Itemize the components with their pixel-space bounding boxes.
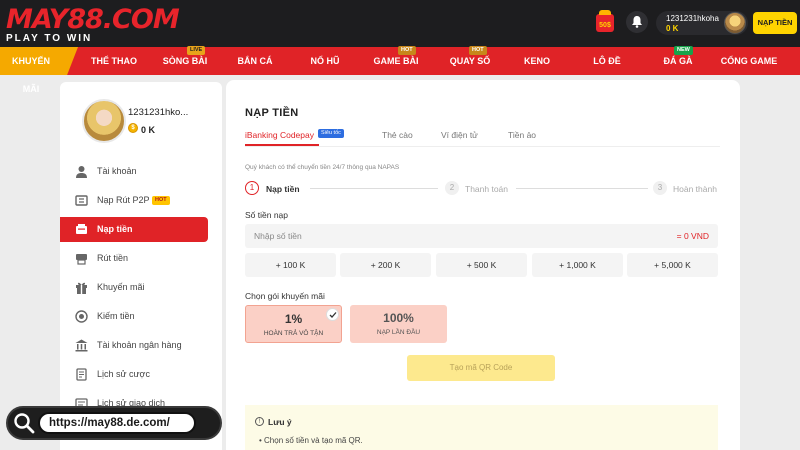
tab-badge-sieu-toc: Siêu tốc bbox=[318, 129, 344, 138]
info-icon: ! bbox=[255, 417, 264, 426]
nav-item-no-hu[interactable]: NỔ HŨ bbox=[304, 47, 346, 75]
sidebar-item-tai-khoan[interactable]: Tài khoản bbox=[60, 159, 208, 184]
nav-badge-live: LIVE bbox=[187, 46, 206, 55]
note-title: Lưu ý bbox=[268, 417, 292, 427]
sidebar-item-label: Khuyến mãi bbox=[97, 282, 145, 292]
promo-card-hoan-tra[interactable]: 1% HOÀN TRẢ VÔ TẬN bbox=[245, 305, 342, 343]
gift-50-icon[interactable]: 50$ bbox=[596, 10, 614, 32]
profile-avatar[interactable] bbox=[82, 99, 126, 143]
url-watermark: https://may88.de.com/ bbox=[6, 406, 222, 440]
amount-field[interactable]: = 0 VND bbox=[245, 224, 718, 248]
nav-item-khuyen-mai[interactable]: KHUYẾN MÃI bbox=[4, 47, 58, 94]
tab-the-cao[interactable]: Thẻ cào bbox=[382, 130, 413, 140]
search-icon bbox=[14, 413, 35, 434]
nav-item-ban-ca[interactable]: BẮN CÁ bbox=[232, 47, 278, 75]
sidebar-item-label: Tài khoản bbox=[97, 166, 137, 176]
nav-badge-new: NEW bbox=[674, 46, 693, 55]
quick-amount-1000k[interactable]: + 1,000 K bbox=[532, 253, 623, 277]
history-icon bbox=[76, 368, 87, 381]
coin-icon: $ bbox=[128, 123, 138, 133]
amount-converted: = 0 VND bbox=[676, 231, 709, 241]
sidebar-item-label: Lịch sử cược bbox=[97, 369, 150, 379]
sidebar-item-lich-su-cuoc[interactable]: Lịch sử cược bbox=[60, 362, 208, 387]
nav-item-lo-de[interactable]: LÔ ĐỀ bbox=[588, 47, 626, 75]
create-qr-button[interactable]: Tạo mã QR Code bbox=[407, 355, 555, 381]
step-3-label: Hoàn thành bbox=[673, 184, 717, 194]
top-bar: MAY88.COM PLAY TO WIN 50$ 1231231hkoha 0… bbox=[0, 0, 800, 47]
step-1-circle: 1 bbox=[245, 181, 259, 195]
header-avatar[interactable] bbox=[724, 12, 746, 34]
sidebar-item-khuyen-mai[interactable]: Khuyến mãi bbox=[60, 275, 208, 300]
user-account-pill[interactable]: 1231231hkoha 0 K bbox=[656, 11, 748, 35]
quick-amount-100k[interactable]: + 100 K bbox=[245, 253, 336, 277]
promo-subtitle: NẠP LẦN ĐẦU bbox=[376, 329, 421, 336]
note-box: ! Lưu ý • Chọn số tiền và tạo mã QR. bbox=[245, 405, 718, 450]
step-2-label: Thanh toán bbox=[465, 184, 509, 194]
promo-label: Chọn gói khuyến mãi bbox=[245, 291, 325, 301]
bell-icon bbox=[632, 16, 642, 28]
nav-item-the-thao[interactable]: THỂ THAO bbox=[86, 47, 142, 75]
tab-vi-dien-tu[interactable]: Ví điện tử bbox=[441, 130, 478, 140]
sidebar-item-tai-khoan-ngan-hang[interactable]: Tài khoản ngân hàng bbox=[60, 333, 208, 358]
amount-label: Số tiền nạp bbox=[245, 210, 289, 220]
promo-value: 100% bbox=[383, 311, 414, 325]
napas-info-note: Quý khách có thể chuyển tiền 24/7 thông … bbox=[245, 164, 400, 171]
brand-logo[interactable]: MAY88.COM PLAY TO WIN bbox=[0, 0, 220, 47]
step-3-circle: 3 bbox=[653, 181, 667, 195]
sidebar-item-nap-rut-p2p[interactable]: Nạp Rút P2P HOT bbox=[60, 188, 208, 213]
tab-divider bbox=[245, 146, 720, 147]
step-connector bbox=[516, 188, 648, 189]
logo-wordmark: MAY88.COM bbox=[6, 4, 180, 35]
sidebar-item-label: Nạp Rút P2P bbox=[97, 195, 150, 205]
deposit-panel: NẠP TIỀN iBanking Codepay Siêu tốc Thẻ c… bbox=[226, 80, 740, 450]
p2p-icon bbox=[75, 195, 88, 206]
active-tab-indicator bbox=[245, 144, 319, 146]
watermark-url: https://may88.de.com/ bbox=[38, 412, 196, 434]
withdraw-icon bbox=[76, 254, 87, 265]
quick-amount-200k[interactable]: + 200 K bbox=[340, 253, 431, 277]
amount-input[interactable] bbox=[254, 229, 554, 243]
bank-icon bbox=[75, 339, 88, 352]
note-item-text: Chọn số tiền và tạo mã QR. bbox=[264, 436, 363, 445]
nav-item-keno[interactable]: KENO bbox=[518, 47, 556, 75]
tab-tien-ao[interactable]: Tiền ảo bbox=[508, 130, 536, 140]
gift-icon bbox=[76, 282, 87, 294]
notification-button[interactable] bbox=[626, 11, 648, 33]
coin-icon bbox=[75, 310, 88, 323]
deposit-icon bbox=[76, 224, 87, 234]
profile-username: 1231231hko... bbox=[128, 107, 189, 118]
deposit-button-header[interactable]: NẠP TIỀN bbox=[753, 12, 797, 34]
sidebar-item-kiem-tien[interactable]: Kiếm tiền bbox=[60, 304, 208, 329]
header-balance: 0 K bbox=[666, 24, 679, 33]
tab-ibanking-codepay[interactable]: iBanking Codepay bbox=[245, 130, 314, 140]
sidebar-item-rut-tien[interactable]: Rút tiền bbox=[60, 246, 208, 271]
nav-item-cong-game[interactable]: CỔNG GAME bbox=[718, 47, 780, 75]
quick-amount-5000k[interactable]: + 5,000 K bbox=[627, 253, 718, 277]
nav-badge-hot: HOT bbox=[398, 46, 416, 55]
user-icon bbox=[76, 166, 87, 178]
quick-amount-500k[interactable]: + 500 K bbox=[436, 253, 527, 277]
step-1-label: Nạp tiền bbox=[266, 184, 300, 194]
step-2-circle: 2 bbox=[445, 181, 459, 195]
sidebar-item-label: Tài khoản ngân hàng bbox=[97, 340, 182, 350]
sidebar-item-label: Rút tiền bbox=[97, 253, 129, 263]
profile-balance: 0 K bbox=[141, 125, 156, 135]
account-sidebar: 1231231hko... $ 0 K Tài khoản Nạp Rút P2… bbox=[60, 82, 222, 450]
note-item: • Chọn số tiền và tạo mã QR. bbox=[259, 436, 363, 445]
logo-tagline: PLAY TO WIN bbox=[6, 33, 93, 44]
hot-badge: HOT bbox=[152, 196, 170, 205]
nav-badge-hot: HOT bbox=[469, 46, 487, 55]
main-nav: KHUYẾN MÃI THỂ THAO SÒNG BÀI LIVE BẮN CÁ… bbox=[0, 46, 800, 94]
check-icon bbox=[326, 308, 339, 321]
promo-subtitle: HOÀN TRẢ VÔ TẬN bbox=[263, 330, 324, 337]
promo-card-nap-lan-dau[interactable]: 100% NẠP LẦN ĐẦU bbox=[350, 305, 447, 343]
sidebar-item-nap-tien[interactable]: Nạp tiền bbox=[60, 217, 208, 242]
header-username: 1231231hkoha bbox=[666, 14, 719, 23]
sidebar-item-label: Nạp tiền bbox=[97, 224, 133, 234]
sidebar-item-label: Kiếm tiền bbox=[97, 311, 135, 321]
page-title: NẠP TIỀN bbox=[245, 107, 299, 119]
step-connector bbox=[310, 188, 438, 189]
